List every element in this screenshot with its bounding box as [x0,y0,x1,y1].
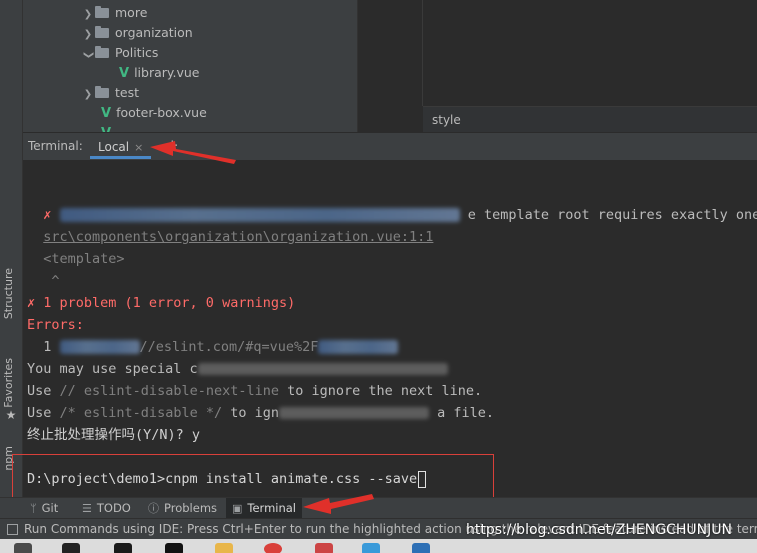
tab-problems[interactable]: ⓘ Problems [142,498,223,519]
redacted-text [197,363,448,375]
taskbar-app-icon[interactable] [62,543,80,553]
terminal-line-location: src\components\organization\organization… [27,226,433,248]
taskbar-app-icon[interactable] [315,543,333,553]
folder-icon [95,26,109,38]
terminal-header: Terminal: Local × + [23,132,757,161]
tree-item-label: test [115,85,140,100]
tree-item-label: more [115,5,148,20]
tab-local-label: Local [98,140,130,154]
structure-tab-label: Structure [2,268,15,320]
favorites-tab-label: Favorites [2,358,15,408]
may-use-text: You may use special c [27,361,198,377]
use-word: Use [27,383,52,399]
taskbar-app-icon[interactable] [14,543,32,553]
bottom-tool-tabs: ᛘ Git ☰ TODO ⓘ Problems ▣ Terminal [0,497,757,519]
list-icon: ☰ [82,502,92,515]
star-icon: ★ [5,407,17,422]
editor-divider [422,0,423,106]
redacted-text [279,407,430,419]
taskbar-app-icon[interactable] [362,543,380,553]
ignore-file-start: to ign [230,405,280,421]
error-icon: ✗ [43,207,52,223]
redacted-text [59,208,460,222]
ignore-next-text: to ignore the next line. [287,383,483,399]
terminal-line-disable-next: Use // eslint-disable-next-line to ignor… [27,380,482,402]
ignore-file-end: a file. [437,405,495,421]
disable-block-comment: /* eslint-disable */ [59,405,223,421]
toggle-tool-window-icon[interactable] [7,524,18,535]
taskbar-app-icon[interactable] [114,543,132,553]
project-tree: ❯ more ❯ organization ❯ Politics Vlibrary.v… [23,0,357,132]
tree-item-more[interactable]: ❯ more [81,3,148,25]
chevron-right-icon[interactable]: ❯ [81,5,95,25]
tab-problems-label: Problems [164,501,218,515]
terminal-line-error: ✗ e template root requires exactly one [27,204,757,226]
taskbar-app-icon[interactable] [215,543,233,553]
terminal-line-disable-block: Use /* eslint-disable */ to ign a file. [27,402,494,424]
tree-item-politics[interactable]: ❯ Politics [81,43,158,63]
terminal-line-template: <template> [27,248,125,270]
tab-local[interactable]: Local × [90,135,152,159]
tab-git[interactable]: ᛘ Git [24,498,64,519]
terminal-icon: ▣ [232,502,243,515]
annotation-highlight-box [12,454,494,503]
tab-terminal-label: Terminal [247,501,297,515]
tree-item-label: organization [115,25,193,40]
taskbar-app-icon[interactable] [264,543,282,553]
breadcrumb-style-label: style [432,113,461,127]
errors-url-fragment: //eslint.com/#q=vue%2F [139,339,319,355]
tree-item-test[interactable]: ❯ test [81,83,139,103]
info-icon: ⓘ [148,502,159,515]
errors-heading: Errors: [27,317,84,333]
tab-todo[interactable]: ☰ TODO [76,498,137,519]
taskbar [0,539,757,553]
tree-item-label: footer-box.vue [116,105,207,120]
folder-icon [95,86,109,98]
structure-tool-tab[interactable]: Structure [2,268,20,319]
tree-item-label: Politics [115,45,159,60]
vue-file-icon: V [101,124,111,132]
terminal-line-may-use: You may use special c [27,358,448,380]
close-icon[interactable]: × [134,141,143,154]
vue-file-icon: V [119,66,130,81]
taskbar-app-icon[interactable] [165,543,183,553]
chevron-right-icon[interactable]: ❯ [81,25,95,45]
chevron-right-icon[interactable]: ❯ [81,85,95,105]
folder-icon [95,6,109,18]
favorites-tool-tab[interactable]: Favorites ★ [2,358,20,422]
terminal-output[interactable]: ✗ e template root requires exactly one s… [23,160,757,496]
editor-breadcrumb[interactable]: style [423,106,757,132]
disable-next-line-comment: // eslint-disable-next-line [59,383,279,399]
template-tag-text: <template> [43,251,125,267]
left-tool-strip: Structure Favorites ★ npm [0,0,23,518]
terminal-title: Terminal: [28,139,83,153]
problem-summary: ✗ 1 problem (1 error, 0 warnings) [27,295,296,311]
tab-git-label: Git [41,501,59,515]
tree-item-partial[interactable]: V [101,123,116,132]
redacted-text [318,340,399,354]
taskbar-app-icon[interactable] [412,543,430,553]
tree-item-library-vue[interactable]: Vlibrary.vue [119,63,199,83]
watermark: https://blog.csdn.net/ZHENGCHUNJUN [466,522,732,538]
errors-index: 1 [43,339,52,355]
redacted-text [59,340,140,354]
batch-prompt: 终止批处理操作吗(Y/N)? y [27,427,201,443]
tab-todo-label: TODO [96,501,131,515]
git-branch-icon: ᛘ [30,502,37,515]
tree-item-label: library.vue [134,65,200,80]
tree-item-organization[interactable]: ❯ organization [81,23,193,43]
terminal-line-errors-1: 1 //eslint.com/#q=vue%2F [27,336,399,358]
use-word: Use [27,405,52,421]
error-location-link[interactable]: src\components\organization\organization… [43,229,433,245]
folder-icon [95,46,109,58]
vue-file-icon: V [101,106,112,121]
add-tab-icon[interactable]: + [166,136,179,154]
terminal-line-caret: ^ [27,270,60,292]
tab-terminal[interactable]: ▣ Terminal [226,498,303,519]
caret-text: ^ [51,273,60,289]
error-message: e template root requires exactly one [467,207,757,223]
tree-item-footer-box-vue[interactable]: Vfooter-box.vue [101,103,207,123]
